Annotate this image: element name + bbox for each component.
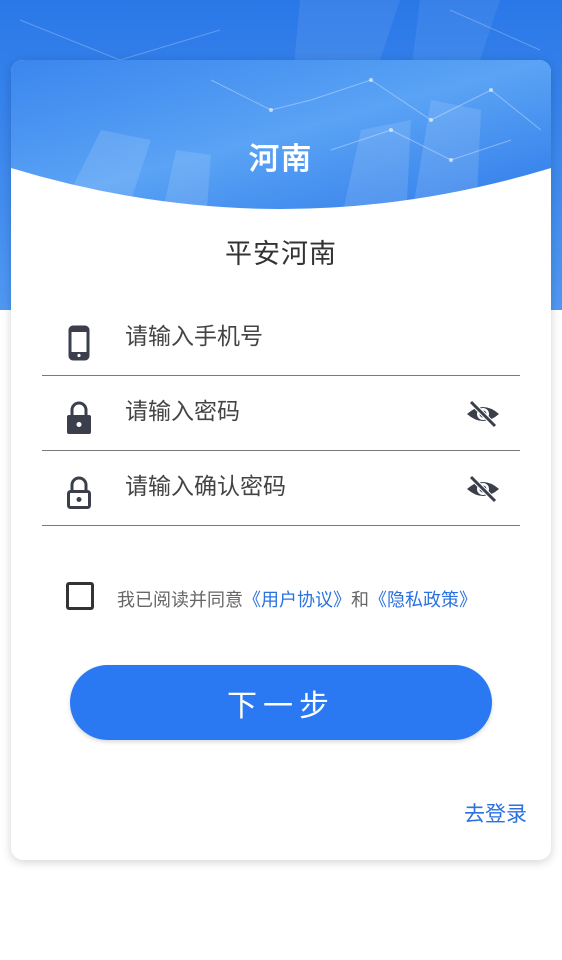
lock-icon — [67, 401, 91, 434]
confirm-password-placeholder: 请输入确认密码 — [125, 474, 286, 500]
agreement-text: 我已阅读并同意《用户协议》和《隐私政策》 — [117, 586, 477, 612]
agreement-checkbox[interactable] — [66, 582, 94, 610]
privacy-policy-link[interactable]: 《隐私政策》 — [369, 590, 477, 611]
phone-field[interactable]: 请输入手机号 — [42, 301, 520, 376]
header-title: 河南 — [249, 142, 313, 177]
phone-icon — [68, 325, 90, 361]
app-subtitle: 平安河南 — [225, 239, 337, 270]
lock-outline-icon — [67, 476, 91, 509]
password-field[interactable]: 请输入密码 — [42, 376, 520, 451]
next-step-button[interactable]: 下一步 — [70, 665, 492, 740]
go-login-link[interactable]: 去登录 — [464, 798, 527, 828]
agreement-prefix: 我已阅读并同意 — [117, 590, 243, 611]
eye-off-icon[interactable] — [464, 473, 502, 505]
agreement-row: 我已阅读并同意《用户协议》和《隐私政策》 — [66, 582, 526, 614]
card-header-banner: 河南 — [11, 60, 551, 230]
confirm-password-field[interactable]: 请输入确认密码 — [42, 451, 520, 526]
phone-placeholder: 请输入手机号 — [125, 324, 263, 350]
eye-off-icon[interactable] — [464, 398, 502, 430]
user-agreement-link[interactable]: 《用户协议》 — [243, 590, 351, 611]
register-card: 河南 平安河南 请输入手机号 请输入密码 请输入确认密码 我已阅读并同意《用户协… — [11, 60, 551, 860]
password-placeholder: 请输入密码 — [125, 399, 240, 425]
register-page: 河南 平安河南 请输入手机号 请输入密码 请输入确认密码 我已阅读并同意《用户协… — [0, 0, 562, 960]
agreement-and: 和 — [351, 590, 369, 611]
